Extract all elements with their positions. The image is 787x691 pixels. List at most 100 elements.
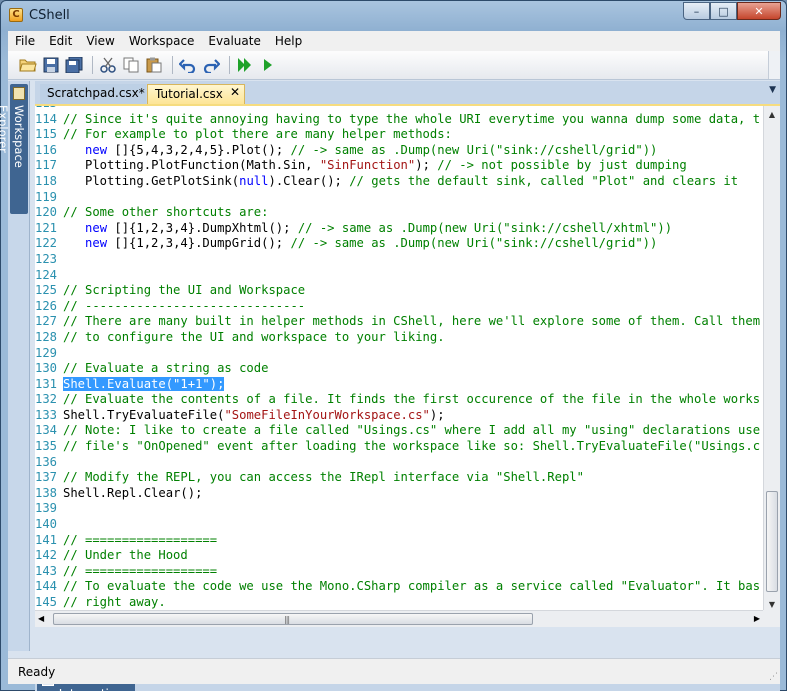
code-line[interactable]: 119	[35, 190, 760, 206]
workspace-explorer-tab[interactable]: Workspace Explorer	[0, 84, 28, 214]
code-line[interactable]: 139	[35, 501, 760, 517]
line-number: 142	[35, 548, 58, 563]
run-button[interactable]	[258, 55, 278, 75]
line-number: 119	[35, 189, 58, 204]
close-button[interactable]: ✕	[737, 2, 781, 20]
save-all-button[interactable]	[64, 55, 84, 75]
code-line[interactable]: 123	[35, 252, 760, 268]
cut-button[interactable]	[98, 55, 118, 75]
line-number: 118	[35, 173, 58, 188]
code-line[interactable]: 117 Plotting.PlotFunction(Math.Sin, "Sin…	[35, 158, 760, 174]
code-token: "SomeFileInYourWorkspace.cs"	[224, 407, 430, 422]
code-line[interactable]: 129	[35, 346, 760, 362]
code-token: // ==================	[63, 532, 218, 547]
code-token: // gets the default sink, called "Plot" …	[349, 173, 739, 188]
toolbar-overflow[interactable]	[768, 51, 780, 79]
line-number: 123	[35, 251, 58, 266]
tab-tutorial[interactable]: Tutorial.csx ✕	[147, 84, 245, 104]
run-all-button[interactable]	[235, 55, 255, 75]
maximize-icon: □	[718, 4, 729, 18]
menu-workspace[interactable]: Workspace	[122, 31, 202, 51]
scroll-right-icon[interactable]: ▶	[754, 614, 760, 623]
title-bar[interactable]: C CShell – □ ✕	[1, 1, 786, 31]
toolbar-separator	[172, 56, 173, 74]
code-line[interactable]: 116 new []{5,4,3,2,4,5}.Plot(); // -> sa…	[35, 143, 760, 159]
tab-list-dropdown-icon[interactable]: ▼	[769, 85, 776, 95]
code-editor[interactable]: 113114 // Since it's quite annoying havin…	[35, 104, 780, 627]
resize-grip-icon[interactable]: ⋰	[769, 672, 778, 682]
line-number: 124	[35, 267, 58, 282]
code-line[interactable]: 124	[35, 268, 760, 284]
code-line[interactable]: 132 // Evaluate the contents of a file. I…	[35, 392, 760, 408]
minimize-button[interactable]: –	[683, 2, 710, 20]
code-line[interactable]: 121 new []{1,2,3,4}.DumpXhtml(); // -> s…	[35, 221, 760, 237]
code-line[interactable]: 135 // file's "OnOpened" event after load…	[35, 439, 760, 455]
code-line[interactable]: 118 Plotting.GetPlotSink(null).Clear(); …	[35, 174, 760, 190]
menu-help[interactable]: Help	[268, 31, 309, 51]
menu-view[interactable]: View	[79, 31, 121, 51]
code-line[interactable]: 128 // to configure the UI and workspace …	[35, 330, 760, 346]
code-line[interactable]: 133 Shell.TryEvaluateFile("SomeFileInYour…	[35, 408, 760, 424]
code-line[interactable]: 142 // Under the Hood	[35, 548, 760, 564]
line-number: 120	[35, 205, 58, 220]
undo-button[interactable]	[178, 55, 198, 75]
open-button[interactable]	[18, 55, 38, 75]
code-token: // Under the Hood	[63, 548, 188, 563]
code-token: DumpGrid	[202, 236, 262, 251]
code-line[interactable]: 127 // There are many built in helper met…	[35, 314, 760, 330]
code-line[interactable]: 143 // ==================	[35, 564, 760, 580]
code-token: // right away.	[63, 595, 166, 609]
code-token: );	[429, 407, 445, 422]
save-button[interactable]	[41, 55, 61, 75]
code-token: ();	[261, 236, 291, 251]
close-tab-icon[interactable]: ✕	[230, 85, 240, 99]
vertical-scrollbar[interactable]: ▲ ▼	[763, 106, 780, 612]
open-folder-icon	[19, 59, 37, 72]
scroll-up-icon[interactable]: ▲	[764, 106, 780, 122]
line-number: 117	[35, 158, 58, 173]
line-number: 131	[35, 376, 58, 391]
line-number: 144	[35, 579, 58, 594]
code-line[interactable]: 130 // Evaluate a string as code	[35, 361, 760, 377]
close-icon: ✕	[754, 4, 764, 18]
code-line[interactable]: 136	[35, 455, 760, 471]
code-token: );	[415, 158, 438, 173]
code-token: Shell.Repl.	[63, 485, 144, 500]
code-line[interactable]: 141 // ==================	[35, 533, 760, 549]
code-line[interactable]: 126 // ------------------------------	[35, 299, 760, 315]
code-token: ();	[261, 142, 291, 157]
menu-edit[interactable]: Edit	[42, 31, 79, 51]
code-line[interactable]: 122 new []{1,2,3,4}.DumpGrid(); // -> sa…	[35, 236, 760, 252]
toolbar-separator	[92, 56, 93, 74]
scroll-left-icon[interactable]: ◀	[38, 614, 44, 623]
code-line[interactable]: 144 // To evaluate the code we use the Mo…	[35, 579, 760, 595]
menu-evaluate[interactable]: Evaluate	[201, 31, 267, 51]
maximize-button[interactable]: □	[710, 2, 737, 20]
vertical-scroll-thumb[interactable]	[766, 491, 778, 592]
tab-scratchpad[interactable]: Scratchpad.csx*	[40, 84, 146, 104]
copy-button[interactable]	[121, 55, 141, 75]
paste-button[interactable]	[144, 55, 164, 75]
code-line[interactable]: 140	[35, 517, 760, 533]
code-line[interactable]: 134 // Note: I like to create a file call…	[35, 423, 760, 439]
code-line[interactable]: 114 // Since it's quite annoying having t…	[35, 112, 760, 128]
horizontal-scroll-thumb[interactable]: |||	[53, 613, 533, 625]
code-line[interactable]: 131 Shell.Evaluate("1+1");	[35, 376, 760, 393]
code-token: PlotFunction	[151, 158, 240, 173]
code-line[interactable]: 145 // right away.	[35, 595, 760, 611]
save-all-icon	[65, 57, 83, 73]
horizontal-scrollbar[interactable]: ◀ ||| ▶	[35, 610, 763, 627]
menu-file[interactable]: File	[8, 31, 42, 51]
code-line[interactable]: 138 Shell.Repl.Clear();	[35, 486, 760, 502]
code-line[interactable]: 120 // Some other shortcuts are:	[35, 205, 760, 221]
code-line[interactable]: 125 // Scripting the UI and Workspace	[35, 283, 760, 299]
line-number: 116	[35, 142, 58, 157]
code-line[interactable]: 137 // Modify the REPL, you can access th…	[35, 470, 760, 486]
code-token: // Since it's quite annoying having to t…	[63, 111, 761, 126]
tab-label: Tutorial.csx	[155, 87, 223, 101]
code-line[interactable]: 115 // For example to plot there are many…	[35, 127, 760, 143]
code-line[interactable]: 113	[35, 106, 760, 112]
menu-bar: File Edit View Workspace Evaluate Help	[8, 31, 780, 51]
redo-button[interactable]	[201, 55, 221, 75]
